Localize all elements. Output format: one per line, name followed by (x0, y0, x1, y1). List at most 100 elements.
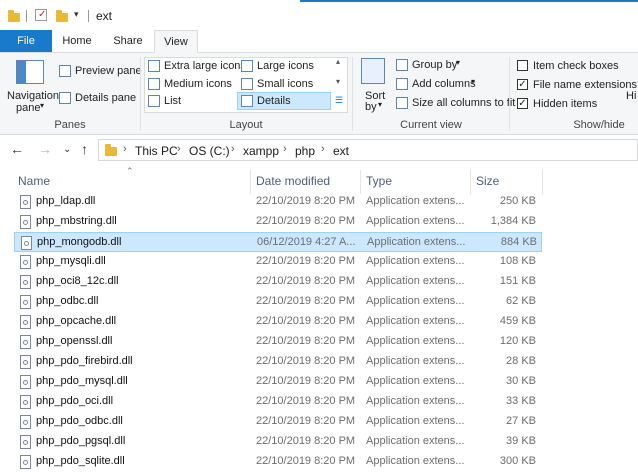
list-icon (148, 95, 160, 107)
table-row[interactable]: php_opcache.dll 22/10/2019 8:20 PM Applica… (14, 312, 542, 332)
file-size: 27 KB (506, 415, 536, 427)
layout-small-icons[interactable]: Small icons (257, 78, 313, 90)
file-size: 250 KB (499, 195, 536, 207)
table-row[interactable]: php_mysqli.dll 22/10/2019 8:20 PM Applicat… (14, 252, 542, 272)
up-arrow-icon[interactable]: ↑ (81, 141, 88, 157)
layout-medium-icons[interactable]: Medium icons (164, 78, 232, 90)
forward-arrow-icon[interactable]: → (38, 141, 52, 157)
sort-by-button-line2[interactable]: by (365, 101, 377, 113)
new-folder-icon[interactable] (56, 10, 68, 22)
navigation-pane-icon[interactable] (16, 60, 44, 84)
table-row[interactable]: php_mongodb.dll 06/12/2019 4:27 A... Appli… (14, 232, 542, 252)
hide-selected-button[interactable]: Hi (626, 90, 636, 102)
breadcrumb-ext[interactable]: ext (333, 144, 349, 158)
breadcrumb-os-c[interactable]: OS (C:) (189, 144, 230, 158)
file-name: php_mysqli.dll (36, 255, 106, 267)
column-header-type[interactable]: Type (366, 174, 392, 188)
tab-view[interactable]: View (154, 30, 198, 54)
window-title: ext (96, 9, 113, 23)
table-row[interactable]: php_oci8_12c.dll 22/10/2019 8:20 PM Applic… (14, 272, 542, 292)
scroll-up-icon[interactable]: ▴ (336, 57, 340, 66)
file-date-modified: 22/10/2019 8:20 PM (256, 315, 356, 327)
address-bar[interactable]: › This PC › OS (C:) › xampp › php › ext (98, 139, 638, 161)
table-row[interactable]: php_openssl.dll 22/10/2019 8:20 PM Applica… (14, 332, 542, 352)
ribbon-tabs: File Home Share View (0, 30, 638, 54)
table-row[interactable]: php_pdo_sqlite.dll 22/10/2019 8:20 PM Appl… (14, 452, 542, 472)
recent-locations-chevron-icon[interactable]: ⌄ (63, 144, 71, 155)
file-size: 1,384 KB (490, 215, 536, 227)
table-row[interactable]: php_pdo_odbc.dll 22/10/2019 8:20 PM Applic… (14, 412, 542, 432)
size-all-columns-button[interactable]: Size all columns to fit (412, 97, 515, 109)
large-icons-icon (241, 60, 253, 72)
table-row[interactable]: php_mbstring.dll 22/10/2019 8:20 PM Applic… (14, 212, 542, 232)
column-divider[interactable] (470, 170, 471, 194)
breadcrumb-xampp[interactable]: xampp (243, 144, 279, 158)
file-size: 459 KB (499, 315, 536, 327)
breadcrumb-separator-icon[interactable]: › (177, 143, 181, 155)
breadcrumb-separator-icon[interactable]: › (321, 143, 325, 155)
breadcrumb-php[interactable]: php (295, 144, 315, 158)
breadcrumb-this-pc[interactable]: This PC (135, 144, 178, 158)
back-arrow-icon[interactable]: ← (10, 141, 24, 157)
file-name: php_pdo_sqlite.dll (36, 455, 125, 467)
item-check-boxes-checkbox[interactable] (517, 60, 528, 71)
scroll-down-icon[interactable]: ▾ (336, 77, 340, 86)
file-name: php_openssl.dll (36, 335, 113, 347)
hidden-items-label[interactable]: Hidden items (533, 98, 597, 110)
table-row[interactable]: php_pdo_firebird.dll 22/10/2019 8:20 PM Ap… (14, 352, 542, 372)
add-columns-button[interactable]: Add columns (412, 78, 476, 90)
layout-extra-large-icons[interactable]: Extra large icons (164, 60, 246, 72)
details-pane-button[interactable]: Details pane (75, 92, 136, 104)
expand-gallery-icon[interactable]: ☰ (335, 95, 343, 106)
file-date-modified: 22/10/2019 8:20 PM (256, 335, 356, 347)
navigation-pane-button-line2[interactable]: pane (16, 102, 40, 114)
table-row[interactable]: php_pdo_mysql.dll 22/10/2019 8:20 PM Appli… (14, 372, 542, 392)
chevron-down-icon: ▾ (40, 101, 45, 110)
navigation-pane-button[interactable]: Navigation (7, 90, 59, 102)
column-divider[interactable] (542, 170, 543, 194)
tab-home[interactable]: Home (54, 30, 100, 52)
medium-icons-icon (148, 78, 160, 90)
layout-large-icons[interactable]: Large icons (257, 60, 314, 72)
quick-access-dropdown-icon[interactable]: ▾ (74, 9, 79, 20)
table-row[interactable]: php_pdo_oci.dll 22/10/2019 8:20 PM Applica… (14, 392, 542, 412)
group-by-icon (396, 59, 408, 71)
hidden-items-checkbox[interactable]: ✓ (517, 98, 528, 109)
tab-share[interactable]: Share (104, 30, 152, 52)
file-type: Application extens... (366, 215, 465, 227)
tab-file[interactable]: File (0, 30, 52, 52)
file-size: 62 KB (506, 295, 536, 307)
preview-pane-button[interactable]: Preview pane (75, 65, 142, 77)
column-header-size[interactable]: Size (476, 174, 499, 188)
chevron-down-icon: ▾ (471, 77, 476, 86)
divider (88, 10, 89, 22)
breadcrumb-separator-icon[interactable]: › (123, 143, 127, 155)
column-header-name[interactable]: Name (18, 174, 50, 188)
group-by-button[interactable]: Group by (412, 59, 457, 71)
column-header-date-modified[interactable]: Date modified (256, 174, 330, 188)
table-row[interactable]: php_pdo_pgsql.dll 22/10/2019 8:20 PM Appli… (14, 432, 542, 452)
file-name: php_pdo_mysql.dll (36, 375, 128, 387)
add-columns-icon (396, 78, 408, 90)
file-name-extensions-label[interactable]: File name extensions (533, 79, 637, 91)
sort-by-icon[interactable] (361, 58, 385, 84)
breadcrumb-separator-icon[interactable]: › (283, 143, 287, 155)
file-name: php_odbc.dll (36, 295, 99, 307)
file-date-modified: 06/12/2019 4:27 A... (257, 236, 356, 248)
file-type: Application extens... (366, 435, 465, 447)
column-divider[interactable] (250, 170, 251, 194)
table-row[interactable]: php_odbc.dll 22/10/2019 8:20 PM Applicatio… (14, 292, 542, 312)
file-name-extensions-checkbox[interactable]: ✓ (517, 79, 528, 90)
file-size: 151 KB (499, 275, 536, 287)
dll-file-icon (20, 395, 31, 409)
breadcrumb-separator-icon[interactable]: › (231, 143, 235, 155)
layout-list[interactable]: List (164, 95, 181, 107)
chevron-down-icon: ▾ (456, 58, 461, 67)
table-row[interactable]: php_ldap.dll 22/10/2019 8:20 PM Applicatio… (14, 192, 542, 212)
item-check-boxes-label[interactable]: Item check boxes (533, 60, 619, 72)
dll-file-icon (20, 195, 31, 209)
ribbon: Navigation pane ▾ Preview pane Details p… (0, 53, 638, 135)
column-divider[interactable] (360, 170, 361, 194)
properties-icon[interactable]: ✓ (35, 9, 47, 21)
layout-details[interactable]: Details (257, 95, 291, 107)
